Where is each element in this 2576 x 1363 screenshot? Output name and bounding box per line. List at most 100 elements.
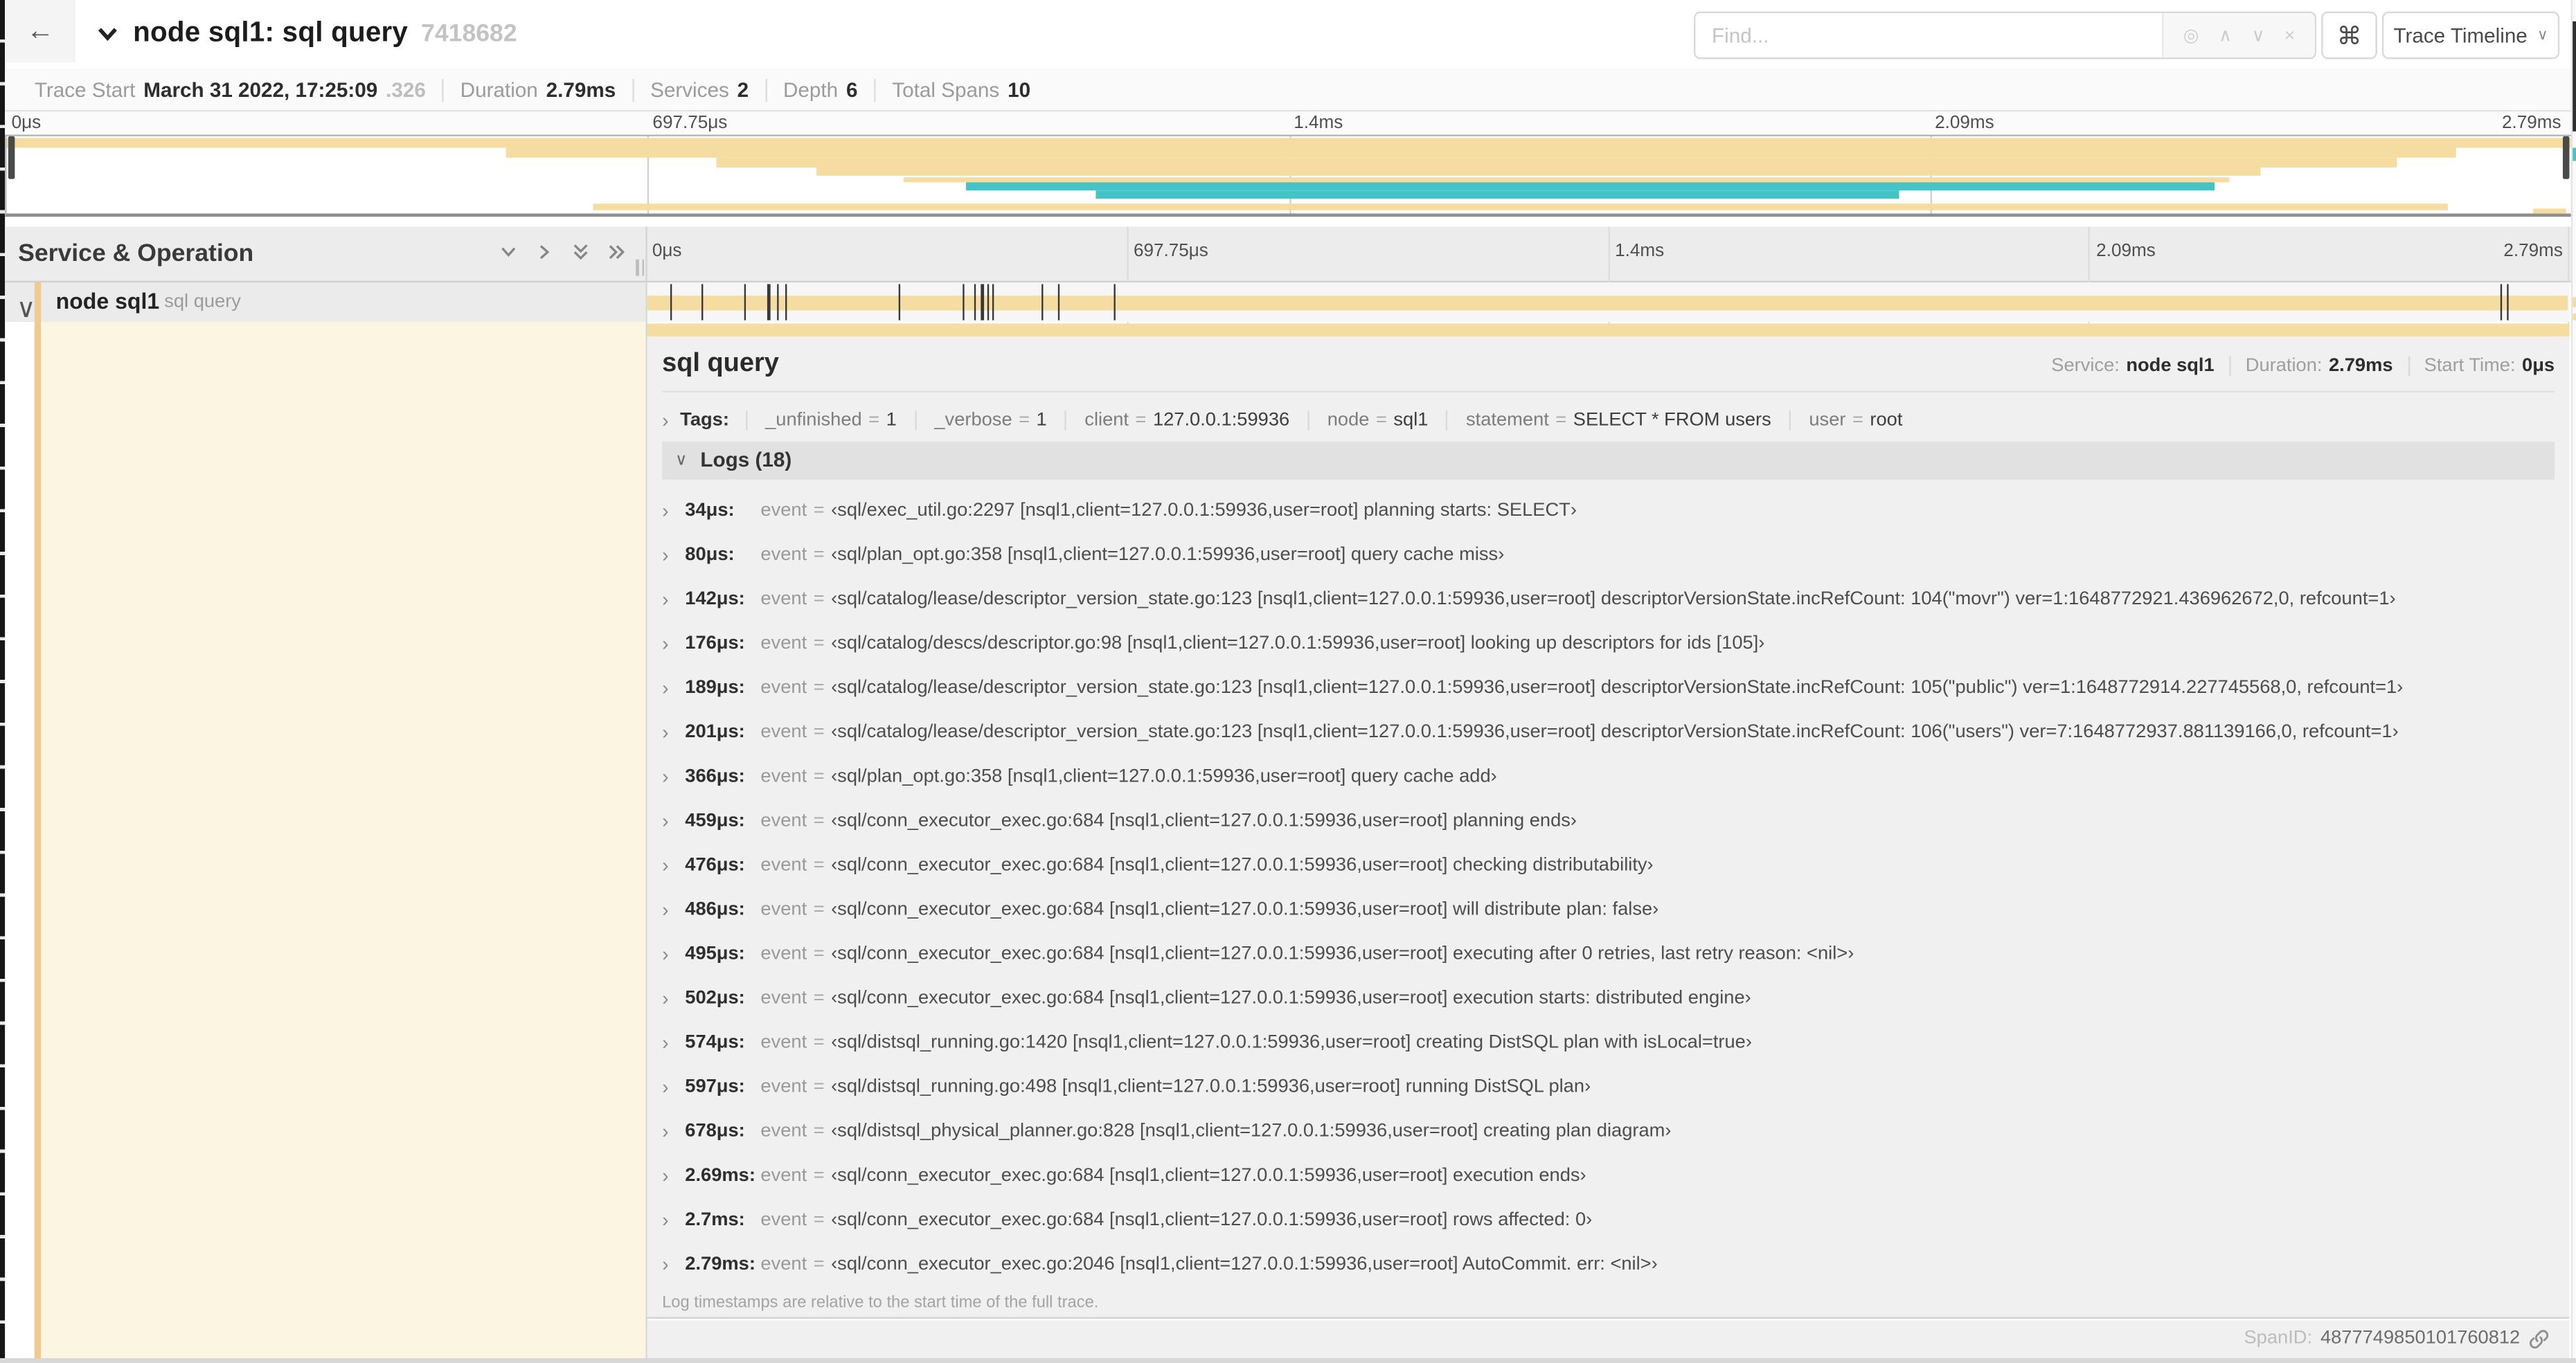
log-row[interactable]: › 366μs: event = ‹sql/plan_opt.go:358 [nsql1… bbox=[662, 755, 2555, 799]
chevron-right-icon: › bbox=[662, 408, 669, 431]
column-resizer-grip[interactable] bbox=[636, 259, 644, 276]
log-row[interactable]: › 2.79ms: event = ‹sql/conn_executor_exec.go… bbox=[662, 1243, 2555, 1287]
selected-span-column bbox=[40, 321, 646, 1358]
log-value: ‹sql/conn_executor_exec.go:684 [nsql1,cl… bbox=[831, 1166, 1586, 1186]
log-value: ‹sql/conn_executor_exec.go:684 [nsql1,cl… bbox=[831, 1210, 1593, 1230]
keyboard-shortcuts-button[interactable]: ⌘ bbox=[2321, 11, 2377, 60]
chevron-right-icon: › bbox=[662, 809, 669, 833]
tag-equals: = bbox=[1555, 409, 1567, 430]
chevron-right-icon: › bbox=[662, 1119, 669, 1144]
collapse-all-icon[interactable] bbox=[570, 242, 591, 263]
tag-equals: = bbox=[1019, 409, 1030, 430]
expand-one-icon[interactable] bbox=[534, 242, 555, 263]
link-icon[interactable] bbox=[2528, 1328, 2550, 1350]
log-row[interactable]: › 142μs: event = ‹sql/catalog/lease/descript… bbox=[662, 577, 2555, 622]
tags-row[interactable]: › Tags: _unfinished = 1 _verbose = 1 client = 12… bbox=[662, 401, 1920, 437]
minimap-right-scrubber[interactable] bbox=[2562, 136, 2570, 179]
expand-all-icon[interactable] bbox=[606, 242, 627, 263]
service-operation-header: Service & Operation bbox=[18, 240, 254, 268]
log-row[interactable]: › 495μs: event = ‹sql/conn_executor_exec.go:… bbox=[662, 932, 2555, 976]
span-row-name-cell[interactable]: ∨ node sql1 sql query bbox=[5, 282, 646, 325]
log-timestamp: 34μs: bbox=[685, 500, 735, 521]
scrollbar[interactable] bbox=[2570, 0, 2576, 1358]
back-button[interactable]: ← bbox=[5, 0, 76, 63]
window-left-edge bbox=[0, 0, 6, 1363]
logs-header[interactable]: ∨ Logs (18) bbox=[662, 440, 2555, 479]
log-row[interactable]: › 176μs: event = ‹sql/catalog/descs/descript… bbox=[662, 622, 2555, 666]
chevron-down-icon[interactable]: ∨ bbox=[17, 292, 36, 325]
tag-item: client = 127.0.0.1:59936 bbox=[1064, 409, 1307, 430]
find-input[interactable] bbox=[1695, 12, 2163, 58]
log-equals: = bbox=[813, 900, 825, 920]
jaeger-trace-page: ← node sql1: sql query 7418682 ◎ ∧ ∨ × ⌘… bbox=[0, 0, 2576, 1363]
summary-value: 2 bbox=[737, 78, 749, 101]
focus-target-icon[interactable]: ◎ bbox=[2183, 25, 2199, 46]
log-equals: = bbox=[813, 1166, 825, 1186]
log-field-name: event bbox=[760, 722, 807, 743]
minimap-canvas[interactable] bbox=[5, 134, 2573, 217]
log-timestamp: 486μs: bbox=[685, 900, 745, 920]
log-value: ‹sql/distsql_physical_planner.go:828 [ns… bbox=[831, 1121, 1672, 1141]
log-row[interactable]: › 80μs: event = ‹sql/plan_opt.go:358 [nsql1,… bbox=[662, 533, 2555, 577]
logs-list: › 34μs: event = ‹sql/exec_util.go:2297 [nsql… bbox=[662, 489, 2555, 1287]
log-value: ‹sql/catalog/lease/descriptor_version_st… bbox=[831, 722, 2399, 743]
prev-match-icon[interactable]: ∧ bbox=[2219, 25, 2232, 46]
log-timestamp: 142μs: bbox=[685, 589, 745, 610]
log-timestamp: 176μs: bbox=[685, 633, 745, 654]
log-field-name: event bbox=[760, 1121, 807, 1141]
log-row[interactable]: › 34μs: event = ‹sql/exec_util.go:2297 [nsql… bbox=[662, 489, 2555, 533]
log-equals: = bbox=[813, 633, 825, 654]
log-row[interactable]: › 201μs: event = ‹sql/catalog/lease/descript… bbox=[662, 710, 2555, 755]
log-tick-mark bbox=[981, 284, 984, 321]
minimap-span-strip bbox=[593, 204, 2449, 210]
chevron-right-icon: › bbox=[662, 632, 669, 656]
tag-value: sql1 bbox=[1393, 409, 1429, 430]
log-equals: = bbox=[813, 722, 825, 743]
log-tick-mark bbox=[776, 284, 779, 321]
log-tick-mark bbox=[1057, 284, 1060, 321]
clear-find-icon[interactable]: × bbox=[2284, 26, 2295, 45]
log-row[interactable]: › 459μs: event = ‹sql/conn_executor_exec.go:… bbox=[662, 799, 2555, 843]
detail-meta-item: Duration: 2.79ms bbox=[2230, 355, 2410, 376]
log-row[interactable]: › 486μs: event = ‹sql/conn_executor_exec.go:… bbox=[662, 887, 2555, 932]
log-row[interactable]: › 476μs: event = ‹sql/conn_executor_exec.go:… bbox=[662, 843, 2555, 887]
log-row[interactable]: › 2.69ms: event = ‹sql/conn_executor_exec.go… bbox=[662, 1154, 2555, 1198]
chevron-down-icon: ∨ bbox=[675, 451, 688, 469]
tag-item: _verbose = 1 bbox=[914, 409, 1065, 430]
detail-meta-item: Service: node sql1 bbox=[2037, 355, 2231, 376]
span-duration-bar[interactable] bbox=[647, 296, 2568, 311]
log-value: ‹sql/exec_util.go:2297 [nsql1,client=127… bbox=[831, 500, 1577, 521]
log-row[interactable]: › 574μs: event = ‹sql/distsql_running.go:142… bbox=[662, 1020, 2555, 1065]
trace-title-group[interactable]: node sql1: sql query 7418682 bbox=[96, 0, 517, 66]
summary-value: 2.79ms bbox=[546, 78, 616, 101]
summary-label: Duration bbox=[460, 78, 538, 101]
minimap-span-strip bbox=[506, 147, 2456, 158]
next-match-icon[interactable]: ∨ bbox=[2251, 25, 2264, 46]
log-row[interactable]: › 502μs: event = ‹sql/conn_executor_exec.go:… bbox=[662, 976, 2555, 1020]
log-value: ‹sql/catalog/lease/descriptor_version_st… bbox=[831, 678, 2404, 698]
chevron-right-icon: › bbox=[662, 1164, 669, 1188]
log-value: ‹sql/conn_executor_exec.go:684 [nsql1,cl… bbox=[831, 944, 1854, 964]
scrollbar-thumb[interactable] bbox=[2573, 21, 2576, 132]
back-arrow-icon: ← bbox=[26, 15, 55, 46]
span-operation-name: sql query bbox=[164, 292, 241, 312]
timeline-tick-label: 2.09ms bbox=[2096, 241, 2156, 262]
tag-value: 127.0.0.1:59936 bbox=[1152, 409, 1290, 430]
minimap-tick-label: 0μs bbox=[11, 113, 42, 134]
log-field-name: event bbox=[760, 545, 807, 566]
minimap-left-scrubber[interactable] bbox=[8, 136, 15, 179]
span-row-timeline-cell[interactable] bbox=[647, 282, 2570, 322]
log-row[interactable]: › 189μs: event = ‹sql/catalog/lease/descript… bbox=[662, 666, 2555, 710]
log-row[interactable]: › 678μs: event = ‹sql/distsql_physical_plann… bbox=[662, 1110, 2555, 1154]
view-selector-button[interactable]: Trace Timeline ∨ bbox=[2381, 11, 2560, 60]
log-row[interactable]: › 597μs: event = ‹sql/distsql_running.go:498… bbox=[662, 1065, 2555, 1110]
detail-meta: Service: node sql1 Duration: 2.79ms Start Ti… bbox=[2037, 355, 2555, 376]
tag-key: _verbose bbox=[934, 409, 1012, 430]
chevron-right-icon: › bbox=[662, 854, 669, 877]
log-row[interactable]: › 2.7ms: event = ‹sql/conn_executor_exec.go:… bbox=[662, 1198, 2555, 1243]
log-tick-mark bbox=[2499, 284, 2502, 321]
summary-value: 10 bbox=[1008, 78, 1031, 101]
collapse-one-icon[interactable] bbox=[498, 242, 519, 263]
chevron-right-icon: › bbox=[662, 1209, 669, 1232]
log-value: ‹sql/conn_executor_exec.go:2046 [nsql1,c… bbox=[831, 1254, 1658, 1274]
